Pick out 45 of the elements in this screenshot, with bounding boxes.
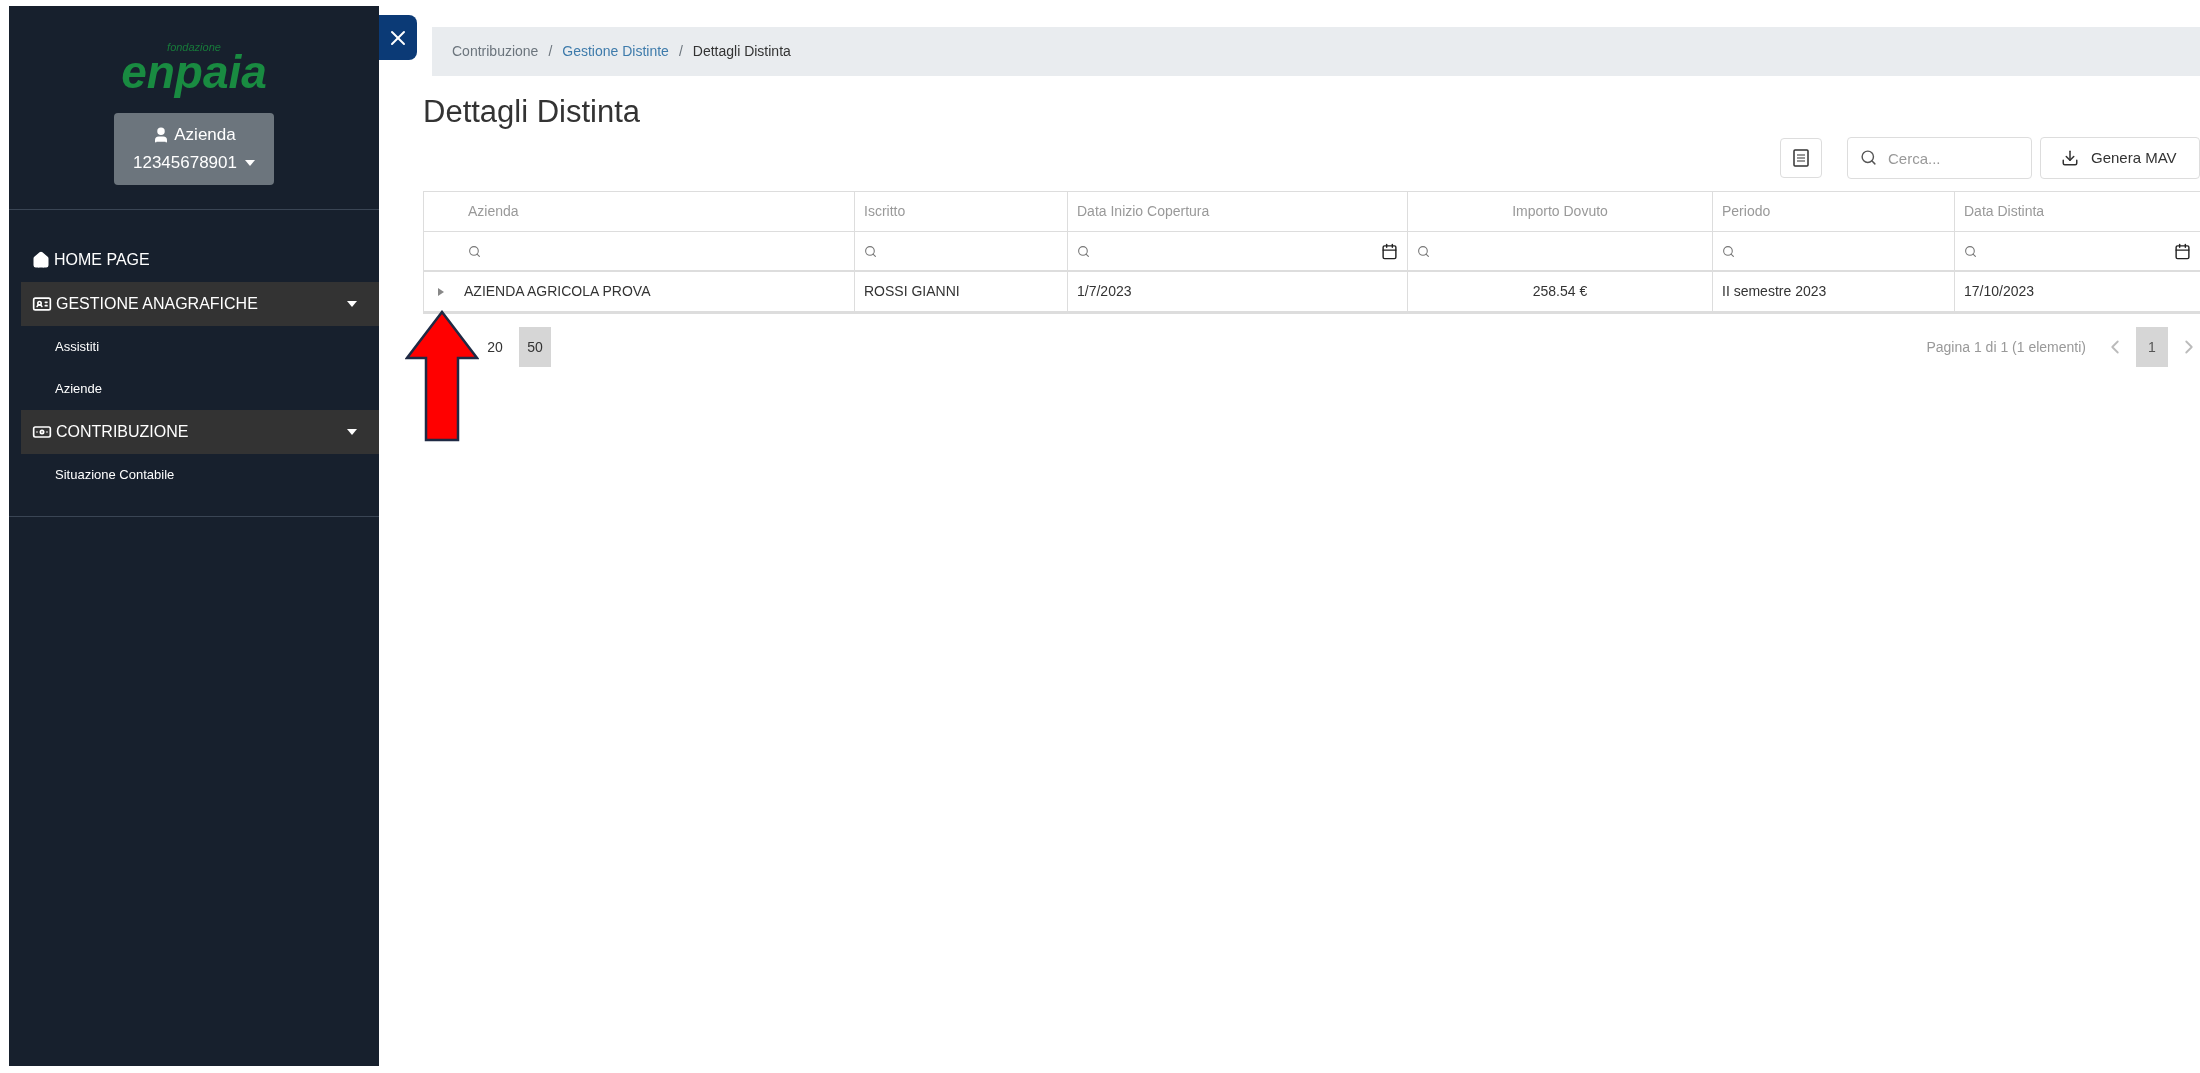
search-icon	[1077, 244, 1090, 258]
sidebar-group[interactable]: CONTRIBUZIONE	[21, 410, 379, 454]
calendar-icon	[1381, 242, 1398, 260]
table-cell-text: AZIENDA AGRICOLA PROVA	[464, 282, 651, 301]
table-cell-text: 17/10/2023	[1964, 282, 2035, 301]
table-cell-text: II semestre 2023	[1722, 282, 1827, 301]
search-icon	[864, 244, 877, 258]
page-size-option[interactable]: 20	[479, 327, 511, 367]
search-field[interactable]: Cerca...	[1847, 137, 2032, 179]
sidebar-subitem[interactable]: Assistiti	[9, 326, 379, 368]
sidebar-subitem[interactable]: Situazione Contabile	[9, 454, 379, 496]
logo-tagline: fondazione	[167, 42, 221, 53]
home-icon	[32, 251, 50, 269]
sidebar-group[interactable]: GESTIONE ANAGRAFICHE	[21, 282, 379, 326]
id-card-icon	[32, 294, 52, 314]
caret-icon	[347, 429, 357, 435]
account-dropdown[interactable]: Azienda 12345678901	[114, 113, 274, 185]
search-icon	[1417, 244, 1430, 258]
breadcrumb-link[interactable]: Gestione Distinte	[562, 41, 669, 62]
expand-icon[interactable]	[438, 287, 444, 296]
breadcrumb-current: Dettagli Distinta	[692, 42, 791, 61]
page-button[interactable]: 1	[2136, 327, 2168, 367]
caret-icon	[245, 160, 255, 166]
generate-button[interactable]: Genera MAV	[2040, 137, 2200, 179]
page-title: Dettagli Distinta	[423, 93, 642, 131]
calendar-icon	[2174, 242, 2191, 260]
caret-icon	[347, 301, 357, 307]
close-button[interactable]	[379, 15, 417, 60]
sidebar-item[interactable]: HOME PAGE	[9, 238, 379, 282]
breadcrumb-separator: /	[678, 42, 683, 61]
pager-info: Pagina 1 di 1 (1 elementi)	[1926, 337, 2086, 357]
table-cell-text: 258.54 €	[1532, 282, 1588, 301]
search-icon	[1964, 244, 1977, 258]
sidebar-subitem[interactable]: Aziende	[9, 368, 379, 410]
breadcrumb-item: Contribuzione	[452, 42, 539, 61]
search-icon	[1722, 244, 1735, 258]
download-icon	[2061, 149, 2079, 167]
spreadsheet-icon	[1793, 149, 1809, 167]
table-cell-text: ROSSI GIANNI	[864, 282, 960, 301]
table-cell-text: 1/7/2023	[1077, 282, 1132, 301]
export-button[interactable]	[1780, 138, 1822, 178]
search-icon	[468, 244, 481, 258]
page-size-option[interactable]: 50	[519, 327, 551, 367]
search-icon	[1860, 149, 1877, 166]
breadcrumb-separator: /	[548, 42, 553, 61]
